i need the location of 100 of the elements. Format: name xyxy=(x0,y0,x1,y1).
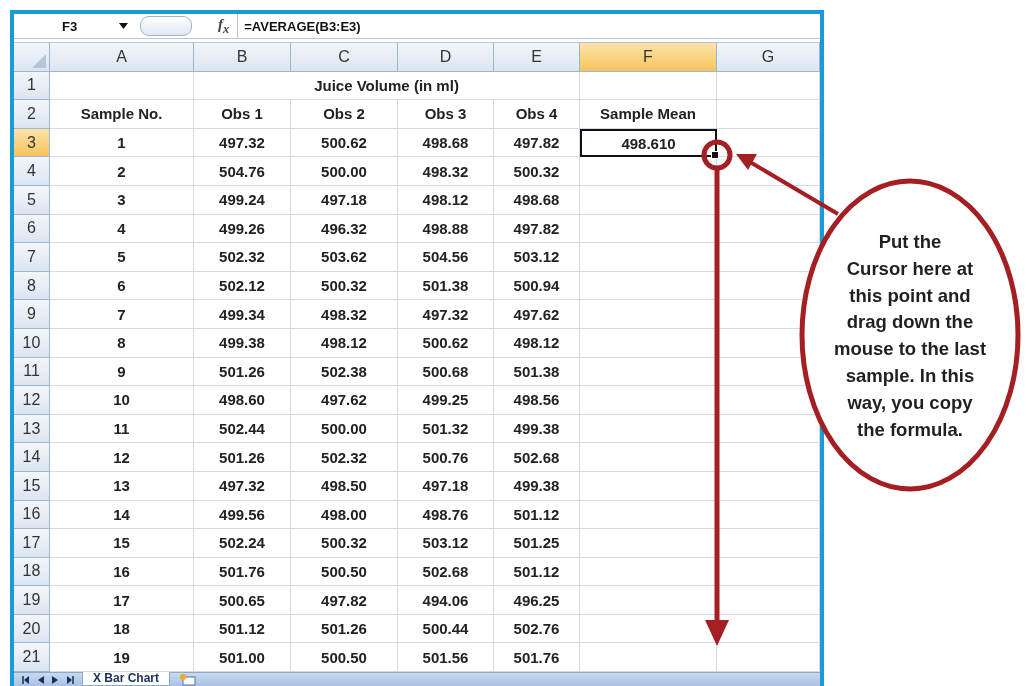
row-header[interactable]: 18 xyxy=(14,557,50,587)
row-header[interactable]: 4 xyxy=(14,157,50,186)
table-cell: 5 xyxy=(50,243,194,272)
table-cell: 501.26 xyxy=(194,443,291,472)
row-header[interactable]: 3 xyxy=(14,128,50,158)
row-header[interactable]: 10 xyxy=(14,328,50,358)
table-cell: 500.00 xyxy=(291,157,398,186)
row-header[interactable]: 16 xyxy=(14,500,50,530)
row-header[interactable]: 2 xyxy=(14,100,50,129)
table-cell: 7 xyxy=(50,300,194,329)
table-cell: 497.32 xyxy=(194,128,291,158)
callout-text: Put the Cursor here at this point and drag down the mouse to the last sample. In this way, you copy the formula. xyxy=(833,230,987,442)
table-cell: 501.32 xyxy=(398,414,494,444)
table-cell: 500.94 xyxy=(494,271,580,301)
table-cell: 501.38 xyxy=(398,271,494,301)
table-cell[interactable]: 498.610 xyxy=(580,128,717,158)
insert-function-button[interactable]: f$_{x}$ xyxy=(218,15,230,37)
row-header[interactable]: 7 xyxy=(14,243,50,272)
row-header[interactable]: 12 xyxy=(14,386,50,415)
table-cell: 502.32 xyxy=(194,243,291,272)
formula-field[interactable]: =AVERAGE(B3:E3) xyxy=(244,18,361,34)
table-cell: 501.12 xyxy=(494,500,580,530)
table-cell: 16 xyxy=(50,557,194,587)
row-header[interactable]: 14 xyxy=(14,443,50,472)
table-cell: 499.26 xyxy=(194,214,291,244)
table-cell: 500.62 xyxy=(398,328,494,358)
table-cell: 502.68 xyxy=(494,443,580,472)
table-cell: 494.06 xyxy=(398,586,494,615)
column-title: Obs 3 xyxy=(398,100,494,129)
column-header[interactable]: G xyxy=(717,43,820,72)
column-header[interactable]: B xyxy=(194,43,291,72)
row-header[interactable]: 20 xyxy=(14,614,50,644)
column-title: Sample Mean xyxy=(580,100,717,129)
column-title: Obs 1 xyxy=(194,100,291,129)
row-header[interactable]: 21 xyxy=(14,643,50,673)
table-cell: 501.38 xyxy=(494,357,580,387)
row-header[interactable]: 11 xyxy=(14,357,50,387)
table-cell: 497.62 xyxy=(494,300,580,329)
row-header[interactable]: 19 xyxy=(14,586,50,615)
table-cell: 503.12 xyxy=(494,243,580,272)
row-header[interactable]: 5 xyxy=(14,185,50,215)
table-cell: 2 xyxy=(50,157,194,186)
table-cell: 500.62 xyxy=(291,128,398,158)
table-cell: 15 xyxy=(50,529,194,558)
row-header[interactable]: 6 xyxy=(14,214,50,244)
table-cell: 501.76 xyxy=(194,557,291,587)
table-cell: 500.32 xyxy=(494,157,580,186)
column-title: Obs 4 xyxy=(494,100,580,129)
table-cell: 10 xyxy=(50,386,194,415)
table-cell: 497.82 xyxy=(494,128,580,158)
table-cell: 500.76 xyxy=(398,443,494,472)
name-box[interactable]: F3 xyxy=(62,18,78,34)
column-header[interactable]: D xyxy=(398,43,494,72)
table-cell: 498.00 xyxy=(291,500,398,530)
table-cell: 500.65 xyxy=(194,586,291,615)
table-cell: 8 xyxy=(50,328,194,358)
table-cell: 502.24 xyxy=(194,529,291,558)
table-cell: 498.32 xyxy=(291,300,398,329)
table-cell: 502.32 xyxy=(291,443,398,472)
table-cell: 497.32 xyxy=(398,300,494,329)
table-cell: 18 xyxy=(50,614,194,644)
table-cell: 503.62 xyxy=(291,243,398,272)
table-cell: 501.26 xyxy=(291,614,398,644)
table-cell: 498.76 xyxy=(398,500,494,530)
table-cell: 501.12 xyxy=(194,614,291,644)
table-cell: 501.26 xyxy=(194,357,291,387)
table-cell: 502.12 xyxy=(194,271,291,301)
row-header[interactable]: 13 xyxy=(14,414,50,444)
table-cell: 498.50 xyxy=(291,471,398,501)
column-header[interactable]: F xyxy=(580,43,717,72)
table-cell: 497.18 xyxy=(398,471,494,501)
row-header[interactable]: 9 xyxy=(14,300,50,329)
table-cell: 3 xyxy=(50,185,194,215)
table-cell: 501.12 xyxy=(494,557,580,587)
row-header[interactable]: 1 xyxy=(14,71,50,101)
row-header[interactable]: 8 xyxy=(14,271,50,301)
column-title: Obs 2 xyxy=(291,100,398,129)
table-cell: 4 xyxy=(50,214,194,244)
table-cell: 496.25 xyxy=(494,586,580,615)
table-cell: 1 xyxy=(50,128,194,158)
table-cell: 498.12 xyxy=(398,185,494,215)
table-cell: 503.12 xyxy=(398,529,494,558)
column-header[interactable]: A xyxy=(50,43,194,72)
sheet-tab[interactable]: X Bar Chart xyxy=(82,672,171,686)
column-header[interactable]: E xyxy=(494,43,580,72)
table-cell: 13 xyxy=(50,471,194,501)
table-cell: 500.68 xyxy=(398,357,494,387)
column-header[interactable]: C xyxy=(291,43,398,72)
table-cell: 499.38 xyxy=(194,328,291,358)
table-cell: 500.00 xyxy=(291,414,398,444)
table-cell: 499.38 xyxy=(494,414,580,444)
table-cell: 502.38 xyxy=(291,357,398,387)
table-cell: 500.50 xyxy=(291,557,398,587)
row-header[interactable]: 15 xyxy=(14,471,50,501)
table-cell: 6 xyxy=(50,271,194,301)
table-cell: 11 xyxy=(50,414,194,444)
table-cell: 497.32 xyxy=(194,471,291,501)
table-cell: Juice Volume (in ml) xyxy=(194,71,580,101)
table-cell: 500.32 xyxy=(291,529,398,558)
row-header[interactable]: 17 xyxy=(14,529,50,558)
